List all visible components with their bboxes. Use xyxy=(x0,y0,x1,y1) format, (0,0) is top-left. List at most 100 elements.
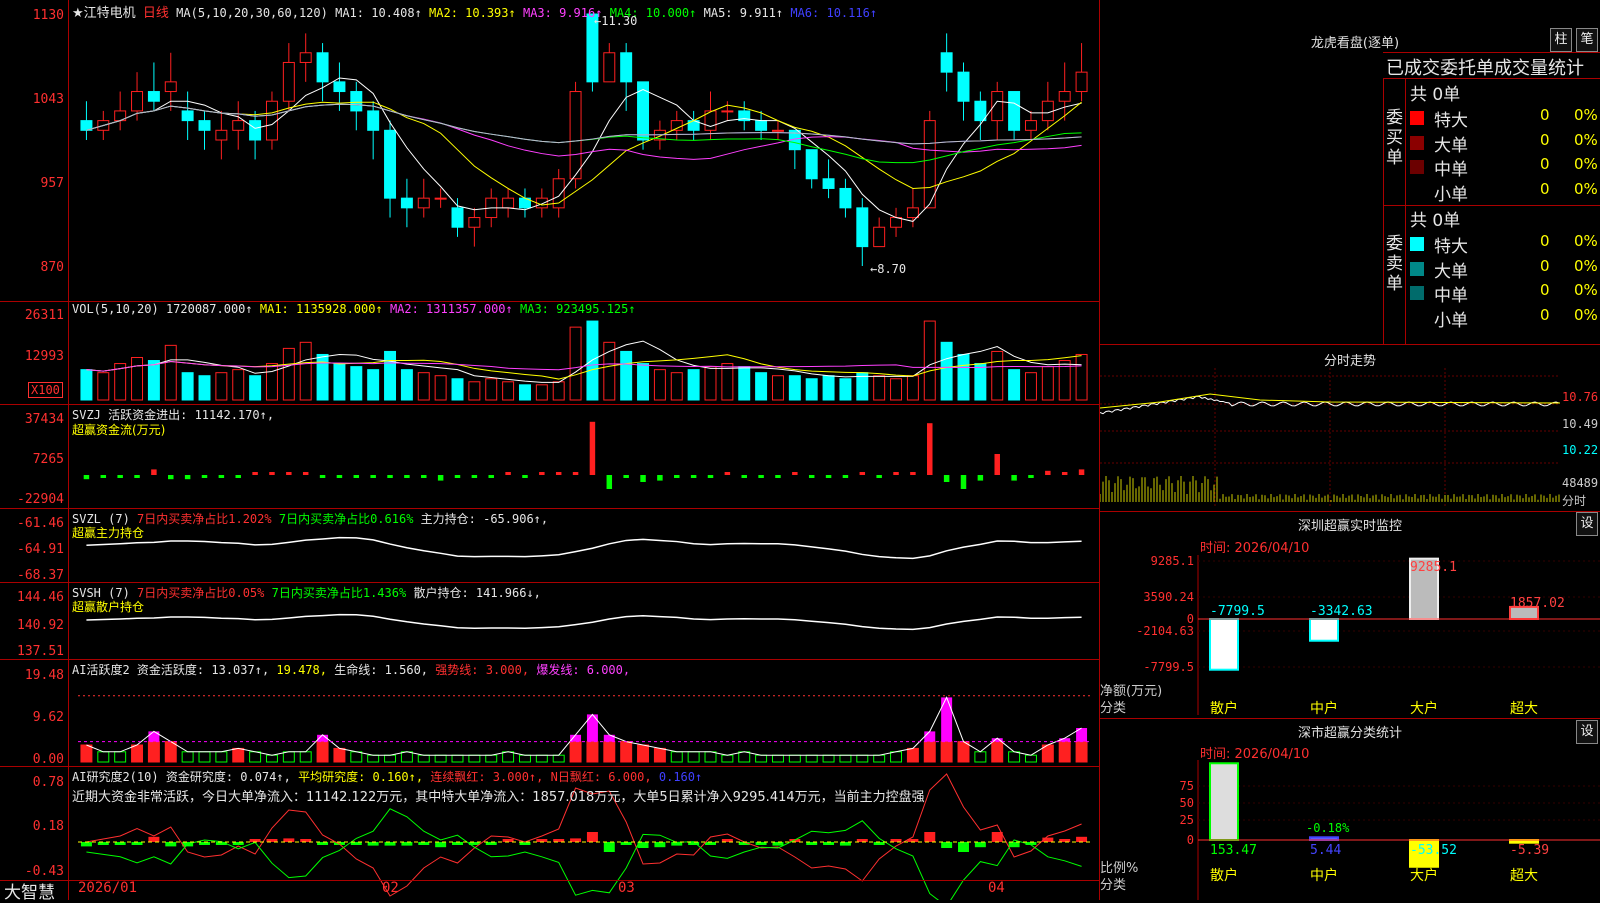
volume-bar xyxy=(97,372,110,401)
candle-up[interactable] xyxy=(603,52,616,83)
activity-bar xyxy=(1058,741,1071,763)
intraday-chart[interactable] xyxy=(1100,368,1600,508)
stock-name[interactable]: ★江特电机 xyxy=(72,6,136,21)
activity-bar xyxy=(771,754,784,763)
sz-monitor-settings-button[interactable]: 设 xyxy=(1576,512,1598,536)
activity-bar xyxy=(923,741,936,763)
candle-down[interactable] xyxy=(316,52,329,83)
candle-up[interactable] xyxy=(502,197,515,209)
pen-view-button[interactable]: 笔 xyxy=(1576,28,1598,52)
volume-bar xyxy=(468,381,481,401)
candle-down[interactable] xyxy=(198,120,211,131)
volume-bar xyxy=(198,375,211,401)
activity-bar xyxy=(822,754,835,763)
candle-down[interactable] xyxy=(974,100,987,122)
pane-divider[interactable] xyxy=(0,404,1100,405)
color-swatch xyxy=(1410,237,1424,251)
candle-up[interactable] xyxy=(1041,100,1054,122)
candle-up[interactable] xyxy=(1075,71,1088,93)
candle-up[interactable] xyxy=(923,120,936,209)
vol-unit-button[interactable]: X100 xyxy=(28,382,63,398)
candle-down[interactable] xyxy=(400,197,413,209)
volume-bar xyxy=(738,366,751,401)
candle-down[interactable] xyxy=(822,178,835,189)
fund-flow-bar xyxy=(471,475,478,478)
fund-flow-bar xyxy=(792,472,798,475)
candle-down[interactable] xyxy=(620,52,633,83)
period-label[interactable]: 日线 xyxy=(143,6,169,21)
candle-up[interactable] xyxy=(906,207,919,219)
bar-value-label: 153.47 xyxy=(1210,843,1257,858)
candle-up[interactable] xyxy=(890,217,903,228)
candle-down[interactable] xyxy=(451,207,464,228)
bar-view-button[interactable]: 柱 xyxy=(1550,28,1572,52)
order-percent: 0% xyxy=(1574,281,1598,299)
fund-flow-bar xyxy=(100,475,107,478)
x-date: 04 xyxy=(988,880,1005,896)
candle-down[interactable] xyxy=(333,81,346,93)
pane-divider[interactable] xyxy=(0,766,1100,767)
research-bar xyxy=(941,842,953,848)
brand-logo: 大智慧 xyxy=(4,883,55,903)
volume-bar xyxy=(502,381,515,401)
category-label: 中户 xyxy=(1310,700,1338,715)
research-bar xyxy=(991,832,1003,842)
candle-up[interactable] xyxy=(873,226,886,248)
candle-down[interactable] xyxy=(637,81,650,141)
candle-up[interactable] xyxy=(569,91,582,180)
candle-down[interactable] xyxy=(755,120,768,131)
candle-down[interactable] xyxy=(147,91,160,102)
research-bar xyxy=(165,842,177,847)
volume-bar xyxy=(80,369,93,401)
y-tick: 12993 xyxy=(24,349,64,364)
candle-up[interactable] xyxy=(1058,91,1071,102)
candle-down[interactable] xyxy=(1008,91,1021,131)
pane-divider[interactable] xyxy=(0,659,1100,660)
sz-class-xlabel: 分类 xyxy=(1100,878,1127,893)
activity-bar xyxy=(653,747,666,763)
volume-bar xyxy=(333,363,346,401)
activity-bar xyxy=(434,754,447,763)
candle-up[interactable] xyxy=(282,61,295,102)
bar-value-label: 5.44 xyxy=(1310,843,1341,858)
candle-up[interactable] xyxy=(417,197,430,209)
candle-up[interactable] xyxy=(299,52,312,63)
candle-up[interactable] xyxy=(434,197,447,200)
candle-down[interactable] xyxy=(856,207,869,248)
divider xyxy=(1405,78,1406,344)
order-count: 0 xyxy=(1540,256,1550,275)
candle-down[interactable] xyxy=(957,71,970,102)
candle-up[interactable] xyxy=(164,81,177,93)
volume-bar xyxy=(282,347,295,401)
pane-divider[interactable] xyxy=(0,582,1100,583)
main-position-line xyxy=(86,536,1082,560)
sz-class-settings-button[interactable]: 设 xyxy=(1576,720,1598,744)
intraday-tick: 10.22 xyxy=(1562,443,1599,457)
fund-flow-bar xyxy=(286,472,292,475)
y-tick: 144.46 xyxy=(17,590,64,605)
svzl-ratio1: 7日内买卖净占比1.202% xyxy=(137,512,272,526)
candle-up[interactable] xyxy=(232,120,245,131)
candle-down[interactable] xyxy=(249,120,262,141)
candle-down[interactable] xyxy=(940,52,953,73)
pane-divider[interactable] xyxy=(0,508,1100,509)
candle-up[interactable] xyxy=(468,217,481,228)
candle-down[interactable] xyxy=(367,110,380,131)
volume-bar xyxy=(923,320,936,401)
candle-up[interactable] xyxy=(265,100,278,141)
candle-down[interactable] xyxy=(181,110,194,122)
candle-up[interactable] xyxy=(131,91,144,112)
candle-up[interactable] xyxy=(771,129,784,132)
candle-up[interactable] xyxy=(1024,120,1037,131)
intraday-tick: 10.76 xyxy=(1562,390,1599,404)
fund-flow-bar xyxy=(674,475,680,478)
candle-down[interactable] xyxy=(839,187,852,209)
candle-down[interactable] xyxy=(805,149,818,180)
candle-down[interactable] xyxy=(384,129,397,199)
candle-up[interactable] xyxy=(215,129,228,141)
candle-up[interactable] xyxy=(721,110,734,113)
kline-chart-area[interactable] xyxy=(0,0,1100,900)
activity-bar xyxy=(181,751,194,763)
order-count: 0 xyxy=(1540,281,1550,299)
candle-down[interactable] xyxy=(350,91,363,112)
